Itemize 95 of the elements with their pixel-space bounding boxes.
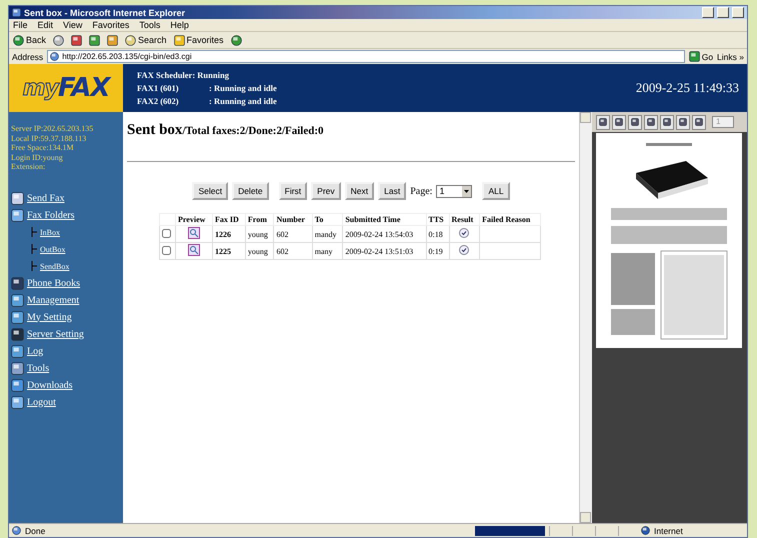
nav-link[interactable]: Downloads	[27, 380, 73, 390]
action-button[interactable]: Select	[192, 182, 228, 200]
viewer-button[interactable]	[628, 114, 642, 130]
server-info: Free Space:134.1M	[11, 143, 75, 152]
column-header: Number	[274, 214, 312, 226]
row-checkbox[interactable]	[162, 228, 171, 238]
maximize-button[interactable]	[717, 7, 729, 18]
tree-line-icon	[31, 244, 37, 254]
tree-line-icon	[31, 261, 37, 271]
table-cell: young	[245, 226, 274, 242]
preview-icon[interactable]	[188, 227, 200, 239]
table-cell: 602	[274, 242, 312, 260]
preview-icon[interactable]	[188, 244, 200, 256]
table-cell: 0:18	[426, 226, 449, 242]
action-button[interactable]: Delete	[232, 182, 269, 200]
menu-item[interactable]: Tools	[139, 20, 160, 30]
column-header: Preview	[176, 214, 213, 226]
column-header: To	[312, 214, 343, 226]
close-button[interactable]	[732, 7, 744, 18]
links-label[interactable]: Links »	[717, 52, 744, 62]
date-time: 2009-2-25 11:49:33	[636, 80, 740, 96]
column-header: From	[245, 214, 274, 226]
column-header: TTS	[426, 214, 449, 226]
menu-item[interactable]: File	[13, 20, 28, 30]
table-cell: young	[245, 242, 274, 260]
status-name: FAX1 (601)	[137, 83, 180, 93]
browser-icon	[12, 8, 21, 17]
action-button[interactable]: Last	[378, 182, 406, 200]
page-label: Page:	[410, 186, 432, 196]
table-cell: mandy	[312, 226, 343, 242]
viewer-button[interactable]	[644, 114, 658, 130]
back-icon	[13, 34, 24, 46]
logo: myFAX	[9, 64, 123, 112]
progress-bar	[475, 526, 545, 536]
status-value: : Running and idle	[209, 96, 278, 106]
menu-item[interactable]: Edit	[38, 20, 54, 30]
menu-item[interactable]: Help	[170, 20, 189, 30]
nav-link[interactable]: OutBox	[40, 244, 66, 254]
action-button[interactable]: Next	[344, 182, 374, 200]
viewer-button[interactable]	[596, 114, 610, 130]
status-value: : Running and idle	[209, 83, 278, 93]
column-header: Fax ID	[212, 214, 246, 226]
nav-link[interactable]: Send Fax	[27, 192, 64, 204]
zone-text: Internet	[654, 526, 684, 536]
viewer-button[interactable]	[676, 114, 690, 130]
page-title: Sent box/Total faxes:2/Done:2/Failed:0	[127, 122, 324, 139]
window-title: Sent box - Microsoft Internet Explorer	[24, 8, 186, 18]
table-cell: 1225	[212, 242, 246, 260]
tree-line-icon	[31, 227, 37, 237]
nav-link[interactable]: Phone Books	[27, 278, 80, 288]
all-button[interactable]: ALL	[482, 182, 510, 200]
server-info: Server IP:202.65.203.135	[11, 124, 94, 134]
toolbar-button[interactable]: Search	[125, 34, 167, 46]
nav-link[interactable]: Server Setting	[27, 328, 84, 340]
status-name: FAX Scheduler: Running	[137, 70, 230, 80]
page-icon	[12, 526, 21, 535]
table-cell: 2009-02-24 13:51:03	[342, 242, 426, 260]
table-cell: many	[312, 242, 343, 260]
row-checkbox[interactable]	[162, 246, 171, 254]
nav-link[interactable]: InBox	[40, 228, 60, 236]
nav-link[interactable]: Tools	[27, 362, 50, 374]
nav-link[interactable]: My Setting	[27, 312, 72, 322]
toolbar-button[interactable]: Favorites	[174, 34, 224, 46]
menu-item[interactable]: View	[63, 20, 82, 30]
page-select[interactable]: 1	[436, 184, 472, 198]
nav-link[interactable]: Management	[27, 294, 80, 306]
go-button[interactable]: Go	[688, 51, 714, 62]
toolbar-button[interactable]: Back	[13, 34, 46, 46]
server-info: Login ID:young	[11, 152, 64, 162]
table-cell: 1226	[212, 226, 246, 242]
status-text: Done	[25, 526, 46, 536]
table-cell: 602	[274, 226, 312, 242]
table-cell: 2009-02-24 13:54:03	[342, 226, 426, 242]
table-cell: 0:19	[426, 242, 449, 260]
server-info: Extension:	[11, 162, 46, 172]
address-field[interactable]: http://202.65.203.135/cgi-bin/ed3.cgi	[47, 50, 685, 63]
column-header: Failed Reason	[480, 214, 540, 226]
page-icon	[50, 52, 60, 61]
minimize-button[interactable]	[702, 7, 714, 18]
address-label: Address	[12, 52, 44, 62]
viewer-button[interactable]	[692, 114, 706, 130]
action-button[interactable]: First	[278, 182, 308, 200]
viewer-button[interactable]	[612, 114, 626, 130]
column-header: Submitted Time	[342, 214, 426, 226]
scrollbar[interactable]	[579, 112, 592, 523]
nav-link[interactable]: SendBox	[40, 262, 70, 270]
server-info: Local IP:59.37.188.113	[11, 134, 88, 143]
nav-link[interactable]: Logout	[27, 396, 56, 408]
nav-link[interactable]: Log	[27, 346, 44, 356]
status-name: FAX2 (602)	[137, 96, 180, 106]
action-button[interactable]: Prev	[311, 182, 341, 200]
menu-item[interactable]: Favorites	[92, 20, 130, 30]
column-header: Result	[449, 214, 480, 226]
viewer-button[interactable]	[660, 114, 674, 130]
nav-link[interactable]: Fax Folders	[27, 210, 74, 220]
